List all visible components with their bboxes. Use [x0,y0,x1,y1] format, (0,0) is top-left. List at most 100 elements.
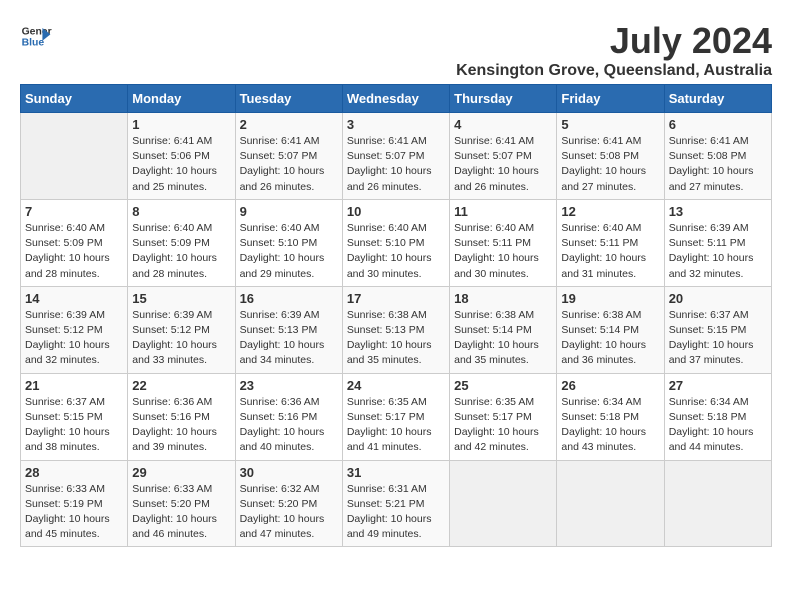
day-number: 6 [669,117,767,132]
calendar-cell: 22 Sunrise: 6:36 AM Sunset: 5:16 PM Dayli… [128,373,235,460]
day-number: 31 [347,465,445,480]
day-number: 1 [132,117,230,132]
calendar-week-3: 14Sunrise: 6:39 AM Sunset: 5:12 PM Dayli… [21,286,772,373]
weekday-header-thursday: Thursday [450,85,557,113]
day-number: 27 [669,378,767,393]
calendar-cell: 9 Sunrise: 6:40 AM Sunset: 5:10 PM Daylig… [235,199,342,286]
day-number: 22 [132,378,230,393]
calendar-cell: 21Sunrise: 6:37 AM Sunset: 5:15 PM Dayli… [21,373,128,460]
day-info: Sunrise: 6:34 AM Sunset: 5:18 PM Dayligh… [669,395,767,456]
weekday-header-wednesday: Wednesday [342,85,449,113]
day-number: 9 [240,204,338,219]
day-number: 13 [669,204,767,219]
day-number: 28 [25,465,123,480]
calendar-cell: 24 Sunrise: 6:35 AM Sunset: 5:17 PM Dayli… [342,373,449,460]
calendar-cell: 10 Sunrise: 6:40 AM Sunset: 5:10 PM Dayli… [342,199,449,286]
day-info: Sunrise: 6:39 AM Sunset: 5:13 PM Dayligh… [240,308,338,369]
day-number: 17 [347,291,445,306]
weekday-header-tuesday: Tuesday [235,85,342,113]
day-info: Sunrise: 6:39 AM Sunset: 5:12 PM Dayligh… [132,308,230,369]
day-number: 8 [132,204,230,219]
logo-icon: General Blue [20,20,52,52]
calendar-cell: 31Sunrise: 6:31 AM Sunset: 5:21 PM Dayli… [342,460,449,547]
calendar-cell: 4 Sunrise: 6:41 AM Sunset: 5:07 PM Daylig… [450,113,557,200]
calendar-cell: 16 Sunrise: 6:39 AM Sunset: 5:13 PM Dayli… [235,286,342,373]
calendar-cell: 2 Sunrise: 6:41 AM Sunset: 5:07 PM Daylig… [235,113,342,200]
calendar-week-4: 21Sunrise: 6:37 AM Sunset: 5:15 PM Dayli… [21,373,772,460]
calendar-week-1: 1 Sunrise: 6:41 AM Sunset: 5:06 PM Daylig… [21,113,772,200]
day-info: Sunrise: 6:38 AM Sunset: 5:13 PM Dayligh… [347,308,445,369]
day-info: Sunrise: 6:41 AM Sunset: 5:07 PM Dayligh… [347,134,445,195]
day-number: 5 [561,117,659,132]
calendar-cell [21,113,128,200]
day-number: 15 [132,291,230,306]
day-number: 18 [454,291,552,306]
calendar-cell: 11Sunrise: 6:40 AM Sunset: 5:11 PM Dayli… [450,199,557,286]
day-info: Sunrise: 6:35 AM Sunset: 5:17 PM Dayligh… [454,395,552,456]
title-block: July 2024 Kensington Grove, Queensland, … [456,20,772,80]
day-info: Sunrise: 6:33 AM Sunset: 5:19 PM Dayligh… [25,482,123,543]
calendar-cell: 14Sunrise: 6:39 AM Sunset: 5:12 PM Dayli… [21,286,128,373]
day-number: 21 [25,378,123,393]
day-info: Sunrise: 6:37 AM Sunset: 5:15 PM Dayligh… [669,308,767,369]
day-info: Sunrise: 6:40 AM Sunset: 5:11 PM Dayligh… [561,221,659,282]
weekday-header-monday: Monday [128,85,235,113]
calendar-cell: 15 Sunrise: 6:39 AM Sunset: 5:12 PM Dayli… [128,286,235,373]
calendar-cell: 20Sunrise: 6:37 AM Sunset: 5:15 PM Dayli… [664,286,771,373]
day-info: Sunrise: 6:40 AM Sunset: 5:10 PM Dayligh… [240,221,338,282]
day-number: 30 [240,465,338,480]
day-number: 10 [347,204,445,219]
day-number: 7 [25,204,123,219]
calendar-week-5: 28 Sunrise: 6:33 AM Sunset: 5:19 PM Dayli… [21,460,772,547]
calendar-cell: 30Sunrise: 6:32 AM Sunset: 5:20 PM Dayli… [235,460,342,547]
weekday-header-saturday: Saturday [664,85,771,113]
day-info: Sunrise: 6:40 AM Sunset: 5:09 PM Dayligh… [132,221,230,282]
calendar-cell: 1 Sunrise: 6:41 AM Sunset: 5:06 PM Daylig… [128,113,235,200]
day-info: Sunrise: 6:35 AM Sunset: 5:17 PM Dayligh… [347,395,445,456]
calendar-cell: 13 Sunrise: 6:39 AM Sunset: 5:11 PM Dayli… [664,199,771,286]
calendar-table: SundayMondayTuesdayWednesdayThursdayFrid… [20,84,772,547]
day-number: 3 [347,117,445,132]
calendar-cell: 6 Sunrise: 6:41 AM Sunset: 5:08 PM Daylig… [664,113,771,200]
location-subtitle: Kensington Grove, Queensland, Australia [456,62,772,80]
calendar-cell: 8 Sunrise: 6:40 AM Sunset: 5:09 PM Daylig… [128,199,235,286]
calendar-cell [664,460,771,547]
day-number: 12 [561,204,659,219]
calendar-week-2: 7 Sunrise: 6:40 AM Sunset: 5:09 PM Daylig… [21,199,772,286]
day-info: Sunrise: 6:40 AM Sunset: 5:10 PM Dayligh… [347,221,445,282]
day-info: Sunrise: 6:38 AM Sunset: 5:14 PM Dayligh… [561,308,659,369]
day-info: Sunrise: 6:41 AM Sunset: 5:08 PM Dayligh… [561,134,659,195]
day-number: 2 [240,117,338,132]
calendar-cell: 25 Sunrise: 6:35 AM Sunset: 5:17 PM Dayli… [450,373,557,460]
calendar-cell: 28 Sunrise: 6:33 AM Sunset: 5:19 PM Dayli… [21,460,128,547]
day-info: Sunrise: 6:39 AM Sunset: 5:11 PM Dayligh… [669,221,767,282]
calendar-cell: 7 Sunrise: 6:40 AM Sunset: 5:09 PM Daylig… [21,199,128,286]
day-number: 24 [347,378,445,393]
weekday-header-sunday: Sunday [21,85,128,113]
day-info: Sunrise: 6:41 AM Sunset: 5:08 PM Dayligh… [669,134,767,195]
day-info: Sunrise: 6:38 AM Sunset: 5:14 PM Dayligh… [454,308,552,369]
calendar-cell: 12 Sunrise: 6:40 AM Sunset: 5:11 PM Dayli… [557,199,664,286]
day-number: 11 [454,204,552,219]
day-number: 4 [454,117,552,132]
day-info: Sunrise: 6:39 AM Sunset: 5:12 PM Dayligh… [25,308,123,369]
day-number: 19 [561,291,659,306]
day-info: Sunrise: 6:40 AM Sunset: 5:09 PM Dayligh… [25,221,123,282]
logo: General Blue [20,20,52,52]
calendar-cell: 27 Sunrise: 6:34 AM Sunset: 5:18 PM Dayli… [664,373,771,460]
day-info: Sunrise: 6:36 AM Sunset: 5:16 PM Dayligh… [240,395,338,456]
day-info: Sunrise: 6:33 AM Sunset: 5:20 PM Dayligh… [132,482,230,543]
day-info: Sunrise: 6:41 AM Sunset: 5:07 PM Dayligh… [240,134,338,195]
calendar-cell [557,460,664,547]
calendar-cell: 23Sunrise: 6:36 AM Sunset: 5:16 PM Dayli… [235,373,342,460]
month-title: July 2024 [456,20,772,62]
day-info: Sunrise: 6:41 AM Sunset: 5:06 PM Dayligh… [132,134,230,195]
calendar-cell [450,460,557,547]
calendar-cell: 5 Sunrise: 6:41 AM Sunset: 5:08 PM Daylig… [557,113,664,200]
weekday-header-friday: Friday [557,85,664,113]
day-info: Sunrise: 6:41 AM Sunset: 5:07 PM Dayligh… [454,134,552,195]
day-number: 25 [454,378,552,393]
day-number: 16 [240,291,338,306]
calendar-cell: 19 Sunrise: 6:38 AM Sunset: 5:14 PM Dayli… [557,286,664,373]
day-info: Sunrise: 6:36 AM Sunset: 5:16 PM Dayligh… [132,395,230,456]
